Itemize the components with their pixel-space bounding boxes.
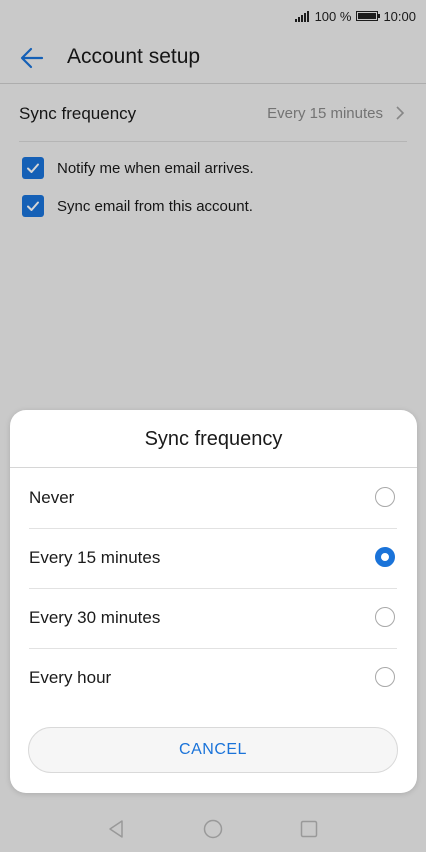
- option-label: Every 15 minutes: [29, 548, 161, 567]
- system-nav-bar: [0, 806, 426, 852]
- sync-frequency-dialog: Sync frequency Never Every 15 minutes Ev…: [10, 410, 417, 793]
- cancel-button[interactable]: CANCEL: [28, 727, 398, 773]
- nav-recents-icon: [300, 820, 318, 838]
- option-label: Never: [29, 488, 75, 507]
- option-every-30-minutes[interactable]: Every 30 minutes: [29, 589, 397, 649]
- dialog-divider: [10, 467, 417, 468]
- nav-back-button[interactable]: [69, 806, 165, 852]
- option-every-hour[interactable]: Every hour: [29, 649, 397, 709]
- nav-home-button[interactable]: [165, 806, 261, 852]
- option-label: Every hour: [29, 668, 112, 687]
- nav-recents-button[interactable]: [261, 806, 357, 852]
- radio-button[interactable]: [375, 667, 395, 687]
- nav-back-icon: [109, 820, 123, 838]
- option-never[interactable]: Never: [29, 469, 397, 529]
- radio-button[interactable]: [375, 607, 395, 627]
- dialog-title: Sync frequency: [144, 428, 283, 450]
- option-label: Every 30 minutes: [29, 608, 161, 627]
- radio-button-selected[interactable]: [375, 547, 395, 567]
- nav-home-icon: [203, 819, 223, 839]
- radio-button[interactable]: [375, 487, 395, 507]
- option-every-15-minutes[interactable]: Every 15 minutes: [29, 529, 397, 589]
